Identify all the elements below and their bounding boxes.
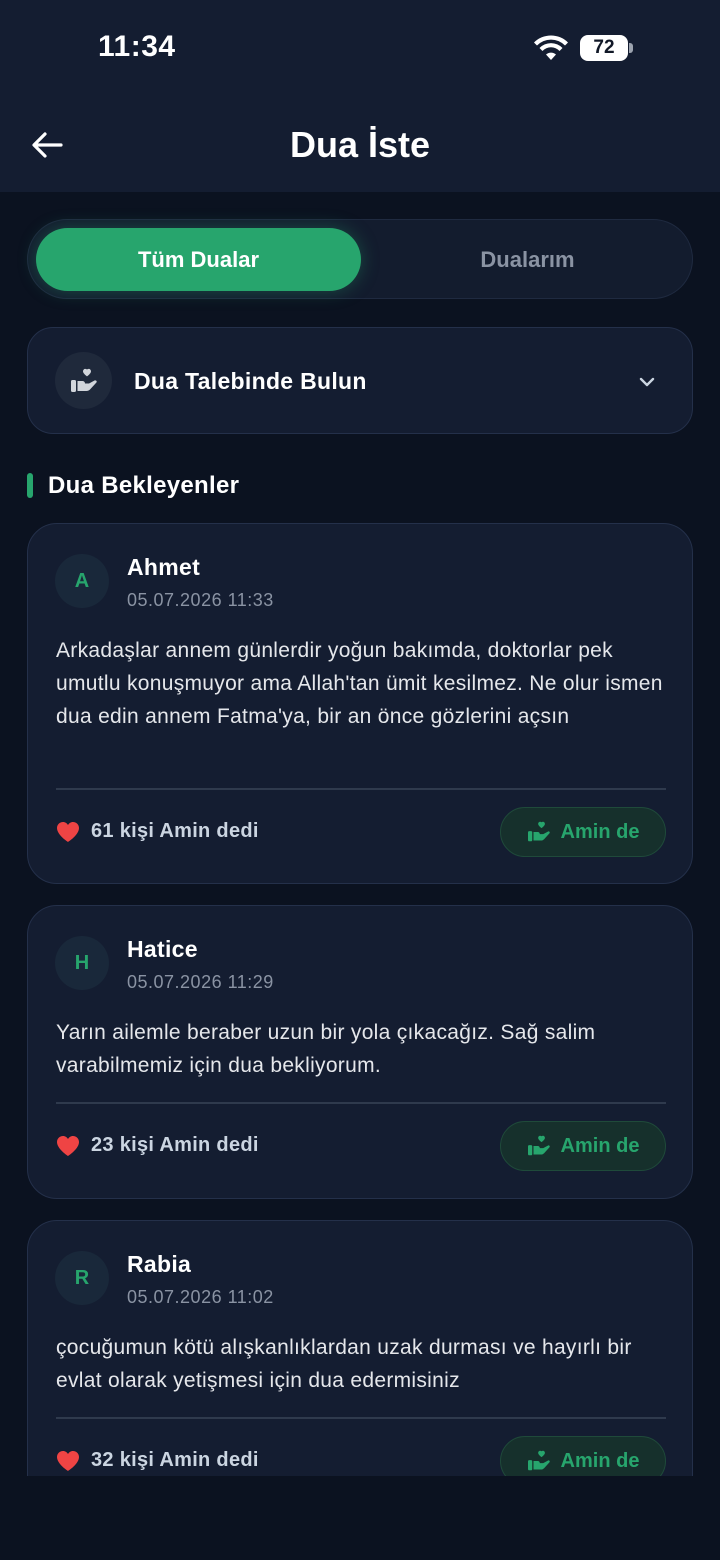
amen-count: 61 kişi Amin dedi: [91, 820, 259, 842]
battery-level: 72: [593, 37, 615, 58]
prayer-card: H Hatice 05.07.2026 11:29 Yarın ailemle …: [27, 905, 693, 1199]
battery-nub: [629, 43, 633, 53]
top-bar: 11:34 72 Dua İste: [0, 0, 720, 192]
hand-heart-icon: [527, 1135, 550, 1156]
prayer-text: Yarın ailemle beraber uzun bir yola çıka…: [56, 1021, 596, 1077]
amen-count: 32 kişi Amin dedi: [91, 1449, 259, 1471]
amen-button[interactable]: Amin de: [500, 807, 666, 857]
heart-icon: [57, 822, 79, 842]
card-divider: [56, 788, 666, 790]
prayer-author: Hatice: [127, 936, 198, 962]
avatar: H: [55, 936, 109, 990]
prayer-card: R Rabia 05.07.2026 11:02 çocuğumun kötü …: [27, 1220, 693, 1520]
hand-heart-icon: [527, 1450, 550, 1471]
battery-icon: 72: [580, 35, 628, 61]
hand-heart-icon: [527, 821, 550, 842]
prayer-card: A Ahmet 05.07.2026 11:33 Arkadaşlar anne…: [27, 523, 693, 884]
heart-icon: [57, 1451, 79, 1471]
amen-button[interactable]: Amin de: [500, 1121, 666, 1171]
avatar: R: [55, 1251, 109, 1305]
tab-my-prayers[interactable]: Dualarım: [369, 228, 686, 291]
avatar: A: [55, 554, 109, 608]
tab-switcher: Tüm Dualar Dualarım: [27, 219, 693, 299]
heart-icon: [57, 1136, 79, 1156]
amen-button-label: Amin de: [560, 1134, 640, 1157]
card-divider: [56, 1417, 666, 1419]
prayer-date: 05.07.2026 11:29: [127, 972, 274, 992]
hand-heart-icon: [70, 368, 97, 392]
section-title: Dua Bekleyenler: [48, 472, 240, 499]
prayer-date: 05.07.2026 11:33: [127, 590, 274, 610]
wifi-icon: [534, 35, 568, 60]
section-accent-bar: [27, 473, 33, 498]
card-divider: [56, 1102, 666, 1104]
prayer-date: 05.07.2026 11:02: [127, 1287, 274, 1307]
prayer-text: Arkadaşlar annem günlerdir yoğun bakımda…: [56, 639, 663, 728]
tab-all-prayers[interactable]: Tüm Dualar: [36, 228, 361, 291]
request-prayer-panel[interactable]: Dua Talebinde Bulun: [27, 327, 693, 434]
amen-button-label: Amin de: [560, 820, 640, 843]
page-title: Dua İste: [289, 124, 431, 165]
prayer-text: çocuğumun kötü alışkanlıklardan uzak dur…: [56, 1336, 632, 1392]
bottom-area: [0, 1476, 720, 1560]
chevron-down-icon[interactable]: [636, 371, 658, 393]
status-time: 11:34: [98, 30, 176, 63]
request-prayer-label: Dua Talebinde Bulun: [134, 368, 367, 394]
prayer-author: Ahmet: [127, 554, 201, 580]
prayer-author: Rabia: [127, 1251, 192, 1277]
amen-count: 23 kişi Amin dedi: [91, 1134, 259, 1156]
amen-button-label: Amin de: [560, 1449, 640, 1472]
request-icon-wrap: [55, 352, 112, 409]
